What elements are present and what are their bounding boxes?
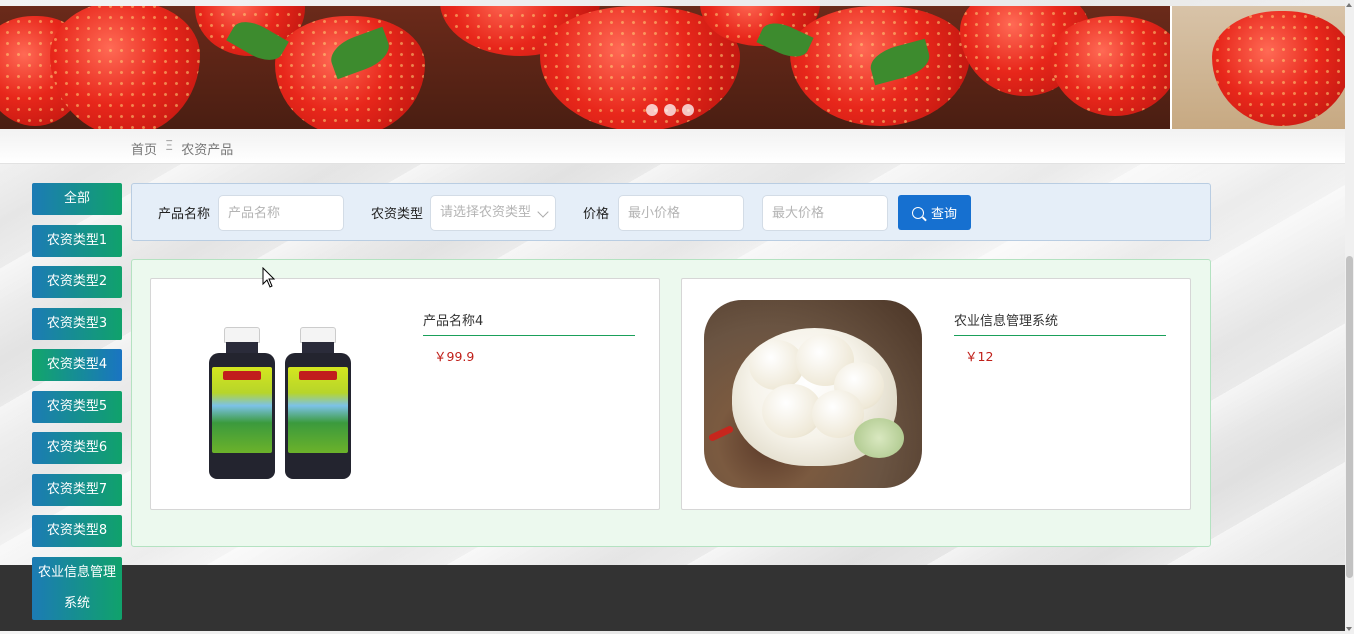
strawberry-image — [50, 6, 200, 129]
vertical-scrollbar[interactable] — [1345, 0, 1354, 634]
sidebar-item-type2[interactable]: 农资类型2 — [32, 266, 122, 298]
query-button[interactable]: 查询 — [898, 195, 971, 230]
scroll-up-arrow-icon[interactable] — [1346, 3, 1352, 7]
product-type-select[interactable]: 请选择农资类型 — [430, 195, 556, 231]
breadcrumb-bar: 首页 Ξ 农资产品 — [0, 129, 1345, 164]
sidebar-item-type1[interactable]: 农资类型1 — [32, 224, 122, 257]
max-price-input[interactable] — [762, 195, 888, 231]
product-card[interactable]: 农业信息管理系统 ￥12 — [681, 278, 1191, 510]
product-name: 农业信息管理系统 — [954, 310, 1166, 336]
breadcrumb-current: 农资产品 — [181, 143, 234, 158]
product-type-placeholder: 请选择农资类型 — [440, 205, 532, 220]
breadcrumb-separator: Ξ — [165, 139, 174, 154]
min-price-input[interactable] — [618, 195, 744, 231]
banner-carousel[interactable] — [0, 6, 1345, 129]
breadcrumb-home-link[interactable]: 首页 — [131, 139, 157, 158]
carousel-dot[interactable] — [646, 104, 658, 116]
breadcrumb: 首页 Ξ 农资产品 — [131, 139, 233, 158]
carousel-dot[interactable] — [682, 104, 694, 116]
sidebar-item-type3[interactable]: 农资类型3 — [32, 307, 122, 340]
sidebar-item-type6[interactable]: 农资类型6 — [32, 432, 122, 464]
product-name: 产品名称4 — [423, 310, 635, 336]
product-name-label: 产品名称 — [158, 207, 211, 222]
page-footer — [0, 565, 1345, 631]
banner-next-slide-preview — [1170, 6, 1345, 129]
carousel-dots — [646, 104, 694, 116]
scrollbar-thumb[interactable] — [1346, 256, 1353, 578]
carousel-dot[interactable] — [664, 104, 676, 116]
strawberry-image — [1050, 16, 1180, 116]
search-form: 产品名称 农资类型 请选择农资类型 价格 查询 — [131, 183, 1211, 241]
product-name-input[interactable] — [218, 195, 344, 231]
price-label: 价格 — [583, 207, 610, 222]
chevron-down-icon — [537, 206, 549, 218]
sidebar-item-all[interactable]: 全部 — [32, 183, 122, 215]
product-price: ￥99.9 — [434, 349, 475, 364]
sidebar-item-type8[interactable]: 农资类型8 — [32, 515, 122, 547]
product-list: 产品名称4 ￥99.9 农业信息管理系统 ￥12 — [131, 259, 1211, 547]
sidebar-item-system[interactable]: 农业信息管理系统 — [32, 556, 122, 620]
product-image — [704, 300, 922, 488]
product-type-label: 农资类型 — [371, 207, 424, 222]
query-button-label: 查询 — [930, 207, 957, 222]
mouse-cursor-icon — [262, 267, 276, 288]
product-price: ￥12 — [965, 349, 994, 364]
category-sidebar: 全部 农资类型1 农资类型2 农资类型3 农资类型4 农资类型5 农资类型6 农… — [32, 183, 122, 629]
sidebar-item-type4[interactable]: 农资类型4 — [32, 349, 122, 381]
product-image — [209, 311, 354, 479]
scroll-down-arrow-icon[interactable] — [1346, 627, 1352, 631]
product-card[interactable]: 产品名称4 ￥99.9 — [150, 278, 660, 510]
sidebar-item-type5[interactable]: 农资类型5 — [32, 390, 122, 423]
search-icon — [911, 206, 924, 219]
sidebar-item-type7[interactable]: 农资类型7 — [32, 473, 122, 506]
